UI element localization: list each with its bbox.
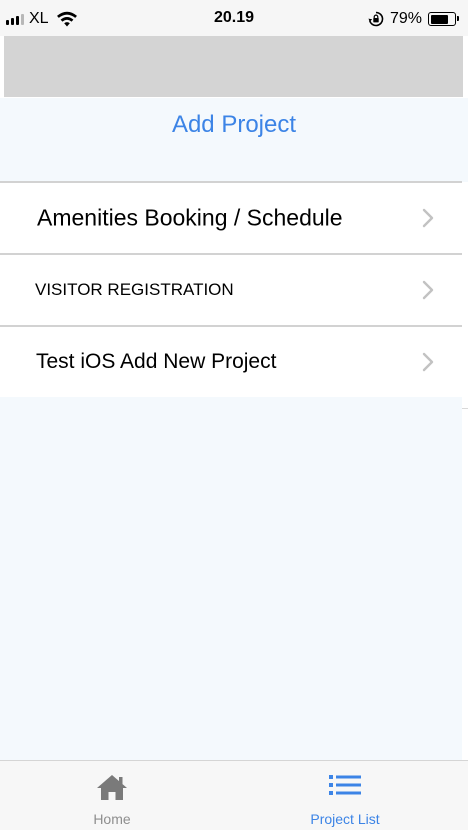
project-list-item[interactable]: Test iOS Add New Project [0,325,462,399]
tab-project-list-label: Project List [310,811,380,827]
tab-home[interactable]: Home [0,761,234,830]
battery-icon [428,12,459,26]
chevron-right-icon [422,280,434,300]
project-list: Amenities Booking / Schedule VISITOR REG… [0,181,462,399]
project-list-item[interactable]: VISITOR REGISTRATION [0,253,462,325]
project-item-label: VISITOR REGISTRATION [35,280,234,299]
list-empty-area [0,397,462,760]
orientation-lock-icon [368,11,384,27]
navigation-bar [4,36,463,97]
chevron-right-icon [422,208,434,228]
add-project-button[interactable]: Add Project [0,111,468,139]
project-item-label: Test iOS Add New Project [36,350,277,373]
status-bar-right: 79% [368,9,459,29]
right-edge-strip [462,408,468,761]
tab-home-label: Home [93,811,131,827]
list-icon [329,775,361,795]
tab-project-list[interactable]: Project List [234,761,468,830]
home-icon [97,775,127,800]
battery-level-fill [430,14,449,24]
app-screen: XL 20.19 79% Add Project Amenities Booki… [0,0,468,830]
status-bar: XL 20.19 79% [0,0,468,36]
battery-percentage: 79% [389,10,422,27]
chevron-right-icon [422,352,434,372]
project-list-item[interactable]: Amenities Booking / Schedule [0,181,462,253]
project-item-label: Amenities Booking / Schedule [37,204,343,231]
tab-bar: Home Project List [0,760,468,830]
